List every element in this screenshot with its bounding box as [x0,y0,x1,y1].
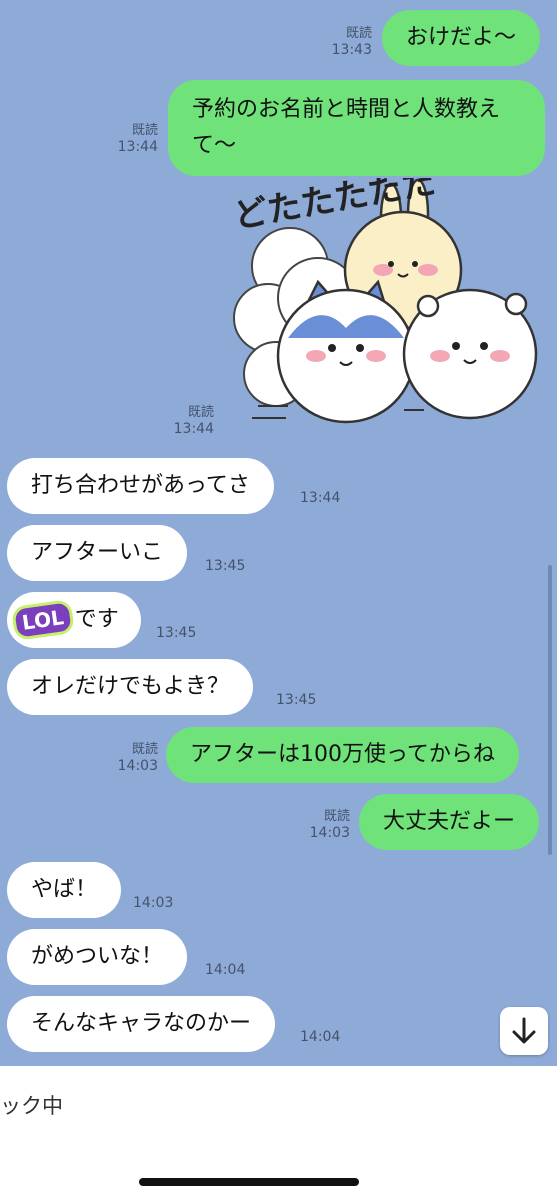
message-text: オレだけでもよき？ [31,674,230,699]
timestamp: 13:43 [331,42,372,58]
arrow-down-icon [512,1017,536,1044]
chat-area[interactable]: 既読 13:43 おけだよ〜 既読 13:44 予約のお名前と時間と人数教えて〜 [0,0,557,1066]
sticker[interactable]: どたたたたた [228,162,548,440]
message-bubble-outgoing[interactable]: 大丈夫だよー [359,794,540,850]
message-text: おけだよ〜 [406,25,517,50]
message-meta: 既読 13:44 [160,404,214,438]
timestamp: 13:45 [156,625,197,641]
timestamp: 13:44 [117,139,158,155]
read-receipt: 既読 [345,26,372,41]
scroll-to-bottom-button[interactable] [500,1007,548,1055]
timestamp: 14:04 [300,1029,341,1045]
timestamp: 14:03 [133,895,174,911]
timestamp: 13:44 [300,490,341,506]
timestamp: 13:45 [205,558,246,574]
timestamp: 14:04 [205,962,246,978]
sticker-image: どたたたたた [231,162,538,424]
message-text: 大丈夫だよー [383,809,516,834]
message-bubble-incoming[interactable]: アフターいこ [7,525,188,581]
message-bubble-outgoing[interactable]: アフターは100万使ってからね [166,727,519,783]
message-text: 打ち合わせがあってさ [31,473,250,498]
timestamp: 13:44 [173,421,214,437]
message-meta: 既読 14:03 [106,741,158,775]
timestamp: 14:03 [309,825,350,841]
message-bubble-incoming[interactable]: 打ち合わせがあってさ [7,458,274,514]
message-meta: 既読 13:43 [320,25,372,59]
message-text: アフターいこ [31,540,164,565]
message-text: です [74,607,119,632]
input-bar-text: ック中 [0,1094,63,1118]
read-receipt: 既読 [323,809,350,824]
scrollbar[interactable] [548,565,552,855]
read-receipt: 既読 [187,405,214,420]
lol-emoji: LOL [10,599,75,641]
message-bubble-incoming[interactable]: そんなキャラなのかー [7,996,276,1052]
read-receipt: 既読 [131,742,158,757]
message-text: やば！ [31,877,98,902]
timestamp: 13:45 [276,692,317,708]
message-bubble-incoming[interactable]: オレだけでもよき？ [7,659,254,715]
message-bubble-incoming[interactable]: LOL です [7,592,141,648]
message-text: がめついな！ [31,944,164,969]
read-receipt: 既読 [131,123,158,138]
message-text: アフターは100万使ってからね [190,742,495,767]
message-meta: 既読 13:44 [106,122,158,156]
timestamp: 14:03 [117,758,158,774]
message-text: そんなキャラなのかー [31,1011,252,1036]
home-indicator[interactable] [139,1178,359,1186]
message-bubble-incoming[interactable]: がめついな！ [7,929,188,985]
message-text: 予約のお名前と時間と人数教えて〜 [192,97,501,158]
message-bubble-outgoing[interactable]: おけだよ〜 [382,10,541,66]
message-bubble-outgoing[interactable]: 予約のお名前と時間と人数教えて〜 [168,80,545,176]
message-bubble-incoming[interactable]: やば！ [7,862,122,918]
message-meta: 既読 14:03 [298,808,350,842]
